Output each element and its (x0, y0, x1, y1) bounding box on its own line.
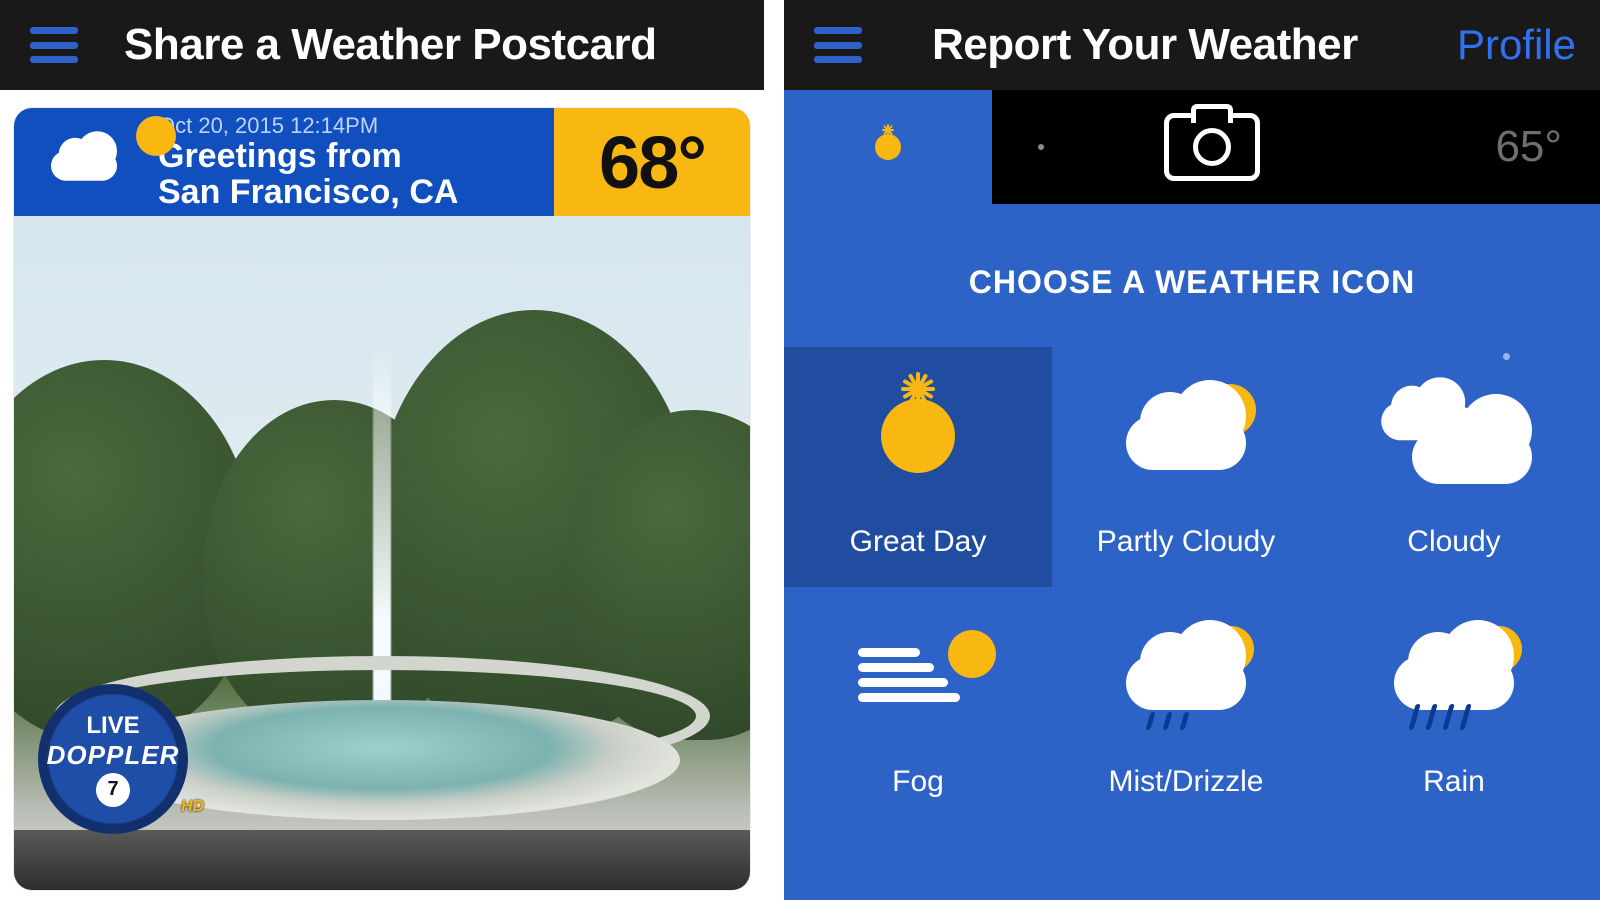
tile-label: Partly Cloudy (1097, 525, 1275, 559)
report-title: Report Your Weather (932, 20, 1358, 70)
reported-temperature: 65° (1495, 122, 1562, 172)
cloudy-icon (1394, 402, 1514, 470)
tile-label: Cloudy (1407, 525, 1500, 559)
weather-postcard[interactable]: Oct 20, 2015 12:14PM Greetings from San … (14, 108, 750, 890)
postcard-screen: Share a Weather Postcard Oct 20, 2015 12… (0, 0, 764, 900)
badge-hd: HD (180, 798, 206, 816)
tile-label: Mist/Drizzle (1109, 765, 1264, 799)
report-screen: Report Your Weather Profile (784, 0, 1600, 900)
postcard-title: Share a Weather Postcard (124, 20, 657, 70)
fog-icon (858, 636, 978, 716)
sun-icon (881, 399, 955, 473)
postcard-photo: LIVE DOPPLER 7 HD (14, 216, 750, 890)
tile-label: Great Day (850, 525, 987, 559)
tile-label: Fog (892, 765, 944, 799)
rain-icon (1394, 642, 1514, 710)
tile-mist-drizzle[interactable]: Mist/Drizzle (1052, 587, 1320, 827)
postcard-weather-icon (14, 108, 154, 216)
tile-partly-cloudy[interactable]: Partly Cloudy (1052, 347, 1320, 587)
postcard-greeting-2: San Francisco, CA (158, 175, 550, 211)
badge-live: LIVE (86, 712, 139, 740)
choose-icon-title: CHOOSE A WEATHER ICON (784, 264, 1600, 301)
badge-doppler: DOPPLER (47, 740, 180, 771)
partly-cloudy-icon (1126, 402, 1246, 470)
postcard-band: Oct 20, 2015 12:14PM Greetings from San … (14, 108, 750, 216)
postcard-greeting-1: Greetings from (158, 139, 550, 175)
tile-cloudy[interactable]: Cloudy (1320, 347, 1588, 587)
profile-link[interactable]: Profile (1457, 21, 1576, 69)
tile-label: Rain (1423, 765, 1485, 799)
drizzle-icon (1126, 642, 1246, 710)
menu-icon[interactable] (30, 27, 78, 63)
tile-rain[interactable]: Rain (1320, 587, 1588, 827)
camera-icon[interactable] (1164, 113, 1260, 181)
report-topstrip: 65° (784, 90, 1600, 204)
dot-accent (1503, 353, 1510, 360)
tile-fog[interactable]: Fog (784, 587, 1052, 827)
menu-icon[interactable] (814, 27, 862, 63)
pager-dot (1038, 144, 1044, 150)
weather-icon-grid: Great Day Partly Cloudy Cloudy (784, 347, 1600, 839)
current-condition-icon (784, 90, 992, 204)
live-doppler-badge: LIVE DOPPLER 7 HD (38, 684, 188, 834)
tile-great-day[interactable]: Great Day (784, 347, 1052, 587)
sun-icon (875, 134, 901, 160)
postcard-temperature: 68° (554, 108, 750, 216)
postcard-datetime: Oct 20, 2015 12:14PM (158, 113, 550, 139)
badge-channel: 7 (96, 773, 130, 807)
postcard-header: Share a Weather Postcard (0, 0, 764, 90)
report-header: Report Your Weather Profile (784, 0, 1600, 90)
